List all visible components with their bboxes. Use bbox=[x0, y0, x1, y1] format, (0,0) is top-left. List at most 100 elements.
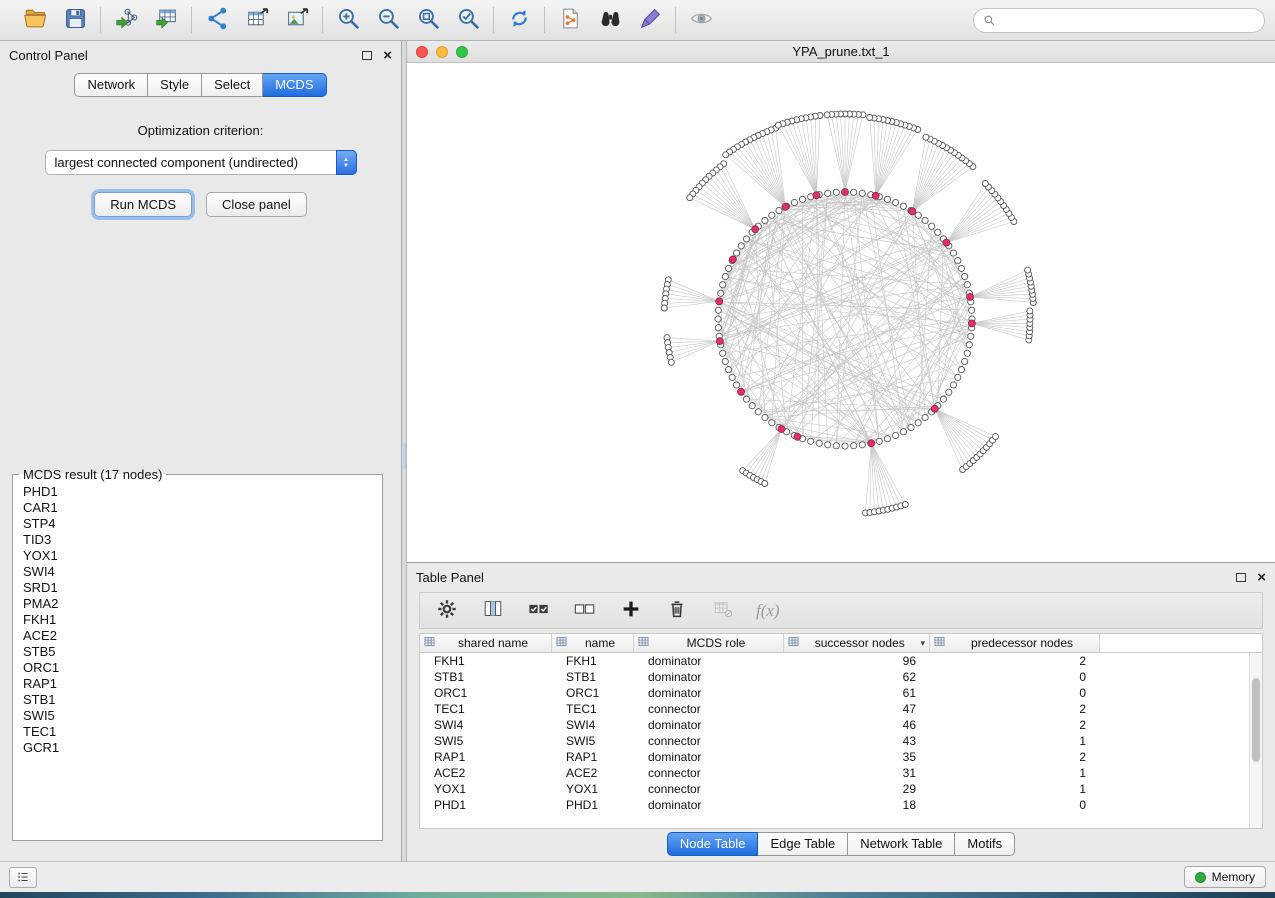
fx-function-button[interactable]: f(x) bbox=[756, 601, 780, 621]
column-header-successor-nodes[interactable]: successor nodes▾ bbox=[784, 634, 930, 653]
zoom-in-button[interactable] bbox=[332, 5, 364, 35]
table-tab-node-table[interactable]: Node Table bbox=[667, 832, 759, 856]
import-table-icon bbox=[154, 6, 179, 34]
table-row[interactable]: YOX1YOX1connector291 bbox=[420, 781, 1262, 797]
table-cell: 18 bbox=[784, 797, 930, 813]
float-panel-icon[interactable] bbox=[362, 51, 372, 60]
maximize-window-button[interactable] bbox=[456, 46, 468, 58]
select-all-button[interactable] bbox=[526, 598, 552, 624]
delete-row-button[interactable] bbox=[664, 598, 690, 624]
float-table-panel-icon[interactable] bbox=[1236, 573, 1246, 582]
style-brush-button[interactable] bbox=[634, 5, 666, 35]
export-image-button[interactable] bbox=[281, 5, 313, 35]
share-document-button[interactable] bbox=[554, 5, 586, 35]
mcds-result-item[interactable]: RAP1 bbox=[19, 676, 376, 692]
zoom-selected-button[interactable] bbox=[452, 5, 484, 35]
mcds-result-list[interactable]: PHD1CAR1STP4TID3YOX1SWI4SRD1PMA2FKH1ACE2… bbox=[19, 484, 376, 834]
column-header-predecessor-nodes[interactable]: predecessor nodes bbox=[930, 634, 1100, 653]
mcds-result-item[interactable]: SRD1 bbox=[19, 580, 376, 596]
mcds-result-item[interactable]: STB5 bbox=[19, 644, 376, 660]
mcds-result-item[interactable]: TEC1 bbox=[19, 724, 376, 740]
network-window-titlebar[interactable]: YPA_prune.txt_1 bbox=[407, 41, 1275, 63]
control-tab-select[interactable]: Select bbox=[202, 73, 263, 97]
memory-button[interactable]: Memory bbox=[1184, 866, 1266, 888]
unselect-all-button[interactable] bbox=[572, 598, 598, 624]
mcds-result-item[interactable]: PHD1 bbox=[19, 484, 376, 500]
close-panel-icon[interactable]: × bbox=[383, 48, 392, 63]
mcds-result-item[interactable]: ACE2 bbox=[19, 628, 376, 644]
mcds-result-item[interactable]: TID3 bbox=[19, 532, 376, 548]
table-row[interactable]: SWI4SWI4dominator462 bbox=[420, 717, 1262, 733]
import-table-button[interactable] bbox=[150, 5, 182, 35]
table-row[interactable]: SWI5SWI5connector431 bbox=[420, 733, 1262, 749]
close-window-button[interactable] bbox=[416, 46, 428, 58]
mcds-result-item[interactable]: PMA2 bbox=[19, 596, 376, 612]
mcds-result-item[interactable]: STP4 bbox=[19, 516, 376, 532]
add-row-button[interactable] bbox=[618, 598, 644, 624]
import-network-button[interactable] bbox=[110, 5, 142, 35]
zoom-fit-button[interactable] bbox=[412, 5, 444, 35]
column-grid-icon bbox=[424, 636, 435, 650]
column-header-shared-name[interactable]: shared name bbox=[420, 634, 552, 653]
delete-table-button[interactable] bbox=[710, 598, 736, 624]
mcds-result-item[interactable]: SWI5 bbox=[19, 708, 376, 724]
mcds-result-item[interactable]: YOX1 bbox=[19, 548, 376, 564]
mcds-result-item[interactable]: ORC1 bbox=[19, 660, 376, 676]
control-tab-style[interactable]: Style bbox=[148, 73, 202, 97]
network-share-button[interactable] bbox=[201, 5, 233, 35]
mcds-result-item[interactable]: SWI4 bbox=[19, 564, 376, 580]
find-binoculars-button[interactable] bbox=[594, 5, 626, 35]
table-row[interactable]: TEC1TEC1connector472 bbox=[420, 701, 1262, 717]
table-scrollbar[interactable] bbox=[1249, 653, 1262, 828]
mcds-result-item[interactable]: GCR1 bbox=[19, 740, 376, 756]
optimization-dropdown[interactable]: largest connected component (undirected)… bbox=[45, 150, 357, 175]
control-panel: Control Panel × NetworkStyleSelectMCDS O… bbox=[0, 41, 402, 861]
table-cell: 62 bbox=[784, 669, 930, 685]
mcds-result-item[interactable]: FKH1 bbox=[19, 612, 376, 628]
zoom-out-button[interactable] bbox=[372, 5, 404, 35]
table-row[interactable]: STB1STB1dominator620 bbox=[420, 669, 1262, 685]
open-file-button[interactable] bbox=[19, 5, 51, 35]
table-row[interactable]: RAP1RAP1dominator352 bbox=[420, 749, 1262, 765]
run-mcds-button[interactable]: Run MCDS bbox=[94, 192, 192, 217]
toolbar-icons bbox=[10, 5, 726, 35]
table-toolbar: f(x) bbox=[419, 592, 1263, 629]
toolbar-group bbox=[676, 5, 726, 35]
table-cell: 0 bbox=[930, 797, 1100, 813]
table-tab-network-table[interactable]: Network Table bbox=[848, 832, 955, 856]
zoom-fit-icon bbox=[416, 6, 441, 34]
columns-button[interactable] bbox=[480, 598, 506, 624]
table-tab-edge-table[interactable]: Edge Table bbox=[758, 832, 848, 856]
search-input[interactable] bbox=[1002, 13, 1255, 28]
network-view[interactable] bbox=[407, 63, 1275, 562]
search-box[interactable] bbox=[973, 8, 1265, 33]
table-panel-title: Table Panel bbox=[416, 570, 484, 585]
zoom-in-icon bbox=[336, 6, 361, 34]
table-row[interactable]: PHD1PHD1dominator180 bbox=[420, 797, 1262, 813]
table-row[interactable]: ORC1ORC1dominator610 bbox=[420, 685, 1262, 701]
share-document-icon bbox=[558, 6, 583, 34]
table-cell: YOX1 bbox=[552, 781, 634, 797]
gear-button[interactable] bbox=[434, 598, 460, 624]
save-session-button[interactable] bbox=[59, 5, 91, 35]
refresh-layout-button[interactable] bbox=[503, 5, 535, 35]
export-table-button[interactable] bbox=[241, 5, 273, 35]
table-row[interactable]: FKH1FKH1dominator962 bbox=[420, 653, 1262, 669]
column-header-mcds-role[interactable]: MCDS role bbox=[634, 634, 784, 653]
column-header-name[interactable]: name bbox=[552, 634, 634, 653]
show-eye-button[interactable] bbox=[685, 5, 717, 35]
status-list-button[interactable] bbox=[9, 867, 37, 888]
close-table-panel-icon[interactable]: × bbox=[1257, 570, 1266, 585]
mcds-result-item[interactable]: CAR1 bbox=[19, 500, 376, 516]
table-tab-motifs[interactable]: Motifs bbox=[955, 832, 1015, 856]
minimize-window-button[interactable] bbox=[436, 46, 448, 58]
mcds-result-item[interactable]: STB1 bbox=[19, 692, 376, 708]
control-tab-network[interactable]: Network bbox=[74, 73, 148, 97]
table-cell: 2 bbox=[930, 749, 1100, 765]
scrollbar-thumb[interactable] bbox=[1252, 678, 1260, 762]
control-tab-mcds[interactable]: MCDS bbox=[263, 73, 326, 97]
close-panel-button[interactable]: Close panel bbox=[206, 192, 307, 217]
table-cell: 35 bbox=[784, 749, 930, 765]
table-row[interactable]: ACE2ACE2connector311 bbox=[420, 765, 1262, 781]
splitter-grip-icon[interactable] bbox=[403, 443, 406, 469]
